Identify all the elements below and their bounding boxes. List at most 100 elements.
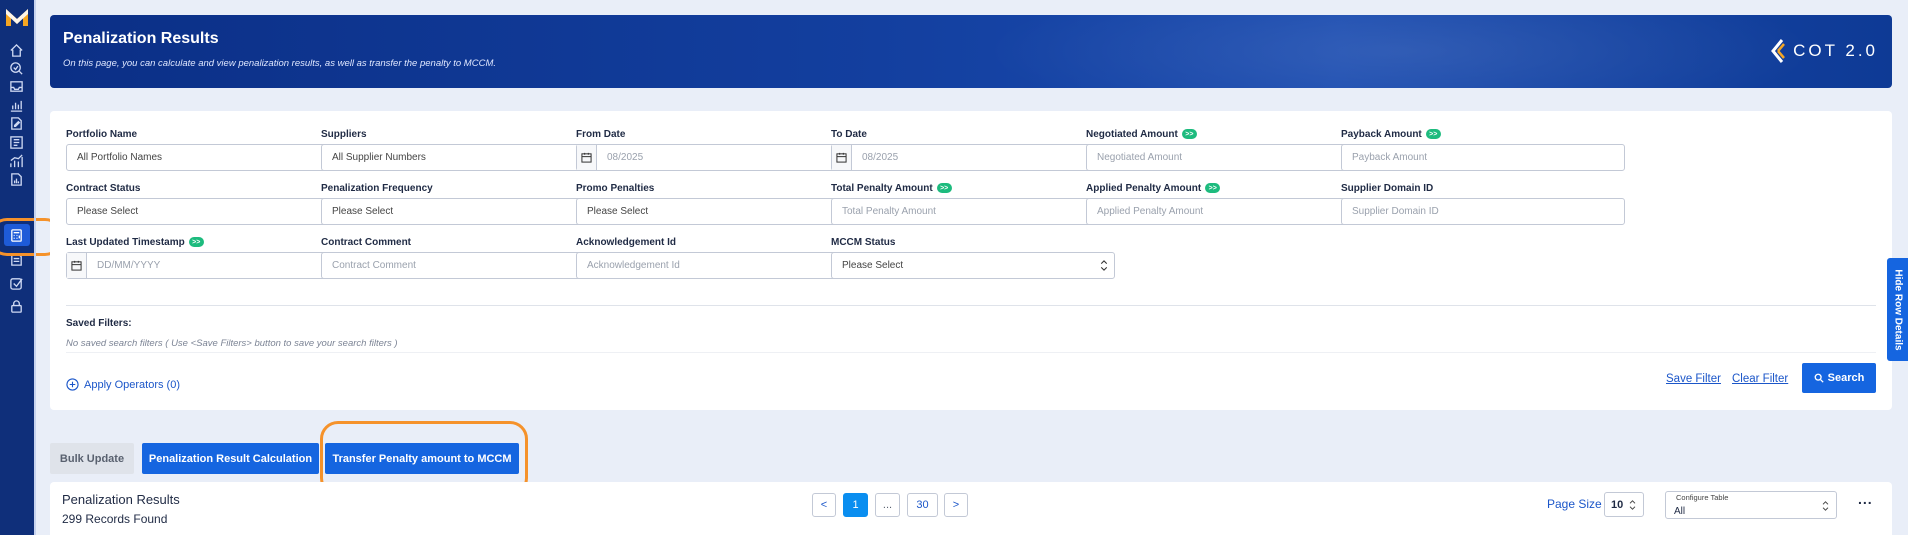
pagination-page-last[interactable]: 30 (907, 493, 938, 517)
supplier-domain-id-label-text: Supplier Domain ID (1341, 182, 1434, 194)
page-size-value: 10 (1611, 498, 1624, 511)
plus-circle-icon (66, 378, 79, 391)
supplier-domain-id-input[interactable]: Supplier Domain ID (1341, 198, 1625, 225)
search-check-icon[interactable] (7, 59, 25, 77)
document-chart-icon[interactable] (7, 170, 25, 188)
portfolio-name-label: Portfolio Name (66, 127, 350, 141)
penalization-frequency-label-text: Penalization Frequency (321, 182, 433, 194)
portfolio-name-select[interactable]: All Portfolio Names (66, 144, 350, 171)
bar-chart-icon[interactable] (7, 96, 25, 114)
hide-row-details-tab[interactable]: Hide Row Details (1887, 258, 1908, 361)
clear-filter-button[interactable]: Clear Filter (1732, 373, 1788, 385)
contract-status-filter: Contract Status Please Select (66, 181, 350, 225)
page-size-select[interactable]: 10 (1604, 492, 1644, 517)
tab-bulk-update[interactable]: Bulk Update (50, 443, 134, 474)
contract-comment-input[interactable]: Contract Comment (321, 252, 605, 279)
pagination-ellipsis[interactable]: ... (875, 493, 900, 517)
configure-table-label: Configure Table (1676, 493, 1729, 502)
calendar-icon[interactable] (577, 145, 597, 170)
applied-penalty-amount-placeholder: Applied Penalty Amount (1097, 206, 1204, 217)
save-filter-button[interactable]: Save Filter (1666, 373, 1721, 385)
pagination-next-button[interactable]: > (944, 493, 968, 517)
home-icon[interactable] (7, 41, 25, 59)
portfolio-name-value: All Portfolio Names (77, 152, 163, 163)
operator-badge[interactable]: >> (1181, 129, 1197, 139)
pagination-page-current[interactable]: 1 (843, 493, 868, 517)
chart-growth-icon[interactable] (7, 152, 25, 170)
hide-row-details-label: Hide Row Details (1892, 268, 1903, 351)
configure-table-value: All (1674, 506, 1686, 517)
brand-logo: COT 2.0 (1769, 37, 1878, 65)
applied-penalty-amount-label-text: Applied Penalty Amount (1086, 182, 1202, 194)
penalization-frequency-select[interactable]: Please Select (321, 198, 605, 225)
contract-status-label: Contract Status (66, 181, 350, 195)
last-updated-timestamp-date-input[interactable]: DD/MM/YYYY (66, 252, 350, 279)
search-button[interactable]: Search (1802, 363, 1876, 393)
suppliers-select[interactable]: All Supplier Numbers (321, 144, 605, 171)
operator-badge[interactable]: >> (1205, 183, 1221, 193)
from-date-label: From Date (576, 127, 860, 141)
promo-penalties-select[interactable]: Please Select (576, 198, 860, 225)
last-updated-timestamp-filter: Last Updated Timestamp >> DD/MM/YYYY (66, 235, 350, 279)
last-updated-timestamp-label-text: Last Updated Timestamp (66, 236, 185, 248)
list-icon[interactable] (7, 133, 25, 151)
applied-penalty-amount-filter: Applied Penalty Amount >> Applied Penalty … (1086, 181, 1370, 225)
penalization-frequency-label: Penalization Frequency (321, 181, 605, 195)
inbox-icon[interactable] (7, 77, 25, 95)
from-date-date-input[interactable]: 08/2025 (576, 144, 860, 171)
page-header-banner: Penalization Results On this page, you c… (50, 15, 1892, 88)
search-icon (1814, 373, 1824, 383)
operator-badge[interactable]: >> (188, 237, 204, 247)
brand-chevron-icon (1771, 39, 1786, 63)
contract-comment-label: Contract Comment (321, 235, 605, 249)
portfolio-name-label-text: Portfolio Name (66, 128, 138, 140)
total-penalty-amount-input[interactable]: Total Penalty Amount (831, 198, 1115, 225)
page-subtitle: On this page, you can calculate and view… (63, 58, 496, 69)
operator-badge[interactable]: >> (1425, 129, 1441, 139)
from-date-filter: From Date 08/2025 (576, 127, 860, 171)
to-date-label-text: To Date (831, 128, 867, 140)
apply-operators-button[interactable]: Apply Operators (0) (66, 378, 180, 391)
lock-icon[interactable] (7, 297, 25, 315)
sidebar-divider (34, 0, 36, 535)
results-title: Penalization Results (62, 492, 180, 507)
calendar-icon[interactable] (67, 253, 87, 278)
total-penalty-amount-label-text: Total Penalty Amount (831, 182, 933, 194)
total-penalty-amount-placeholder: Total Penalty Amount (842, 206, 936, 217)
acknowledgement-id-label-text: Acknowledgement Id (576, 236, 677, 248)
negotiated-amount-label-text: Negotiated Amount (1086, 128, 1178, 140)
checkbox-icon[interactable] (7, 274, 25, 292)
results-panel: Penalization Results 299 Records Found <… (50, 482, 1892, 535)
contract-comment-placeholder: Contract Comment (332, 260, 416, 271)
page-title: Penalization Results (63, 30, 219, 47)
last-updated-timestamp-label: Last Updated Timestamp >> (66, 235, 350, 249)
acknowledgement-id-input[interactable]: Acknowledgement Id (576, 252, 860, 279)
mccm-status-label: MCCM Status (831, 235, 1115, 249)
more-options-button[interactable]: ... (1858, 491, 1873, 507)
filter-panel: Portfolio Name All Portfolio Names Supplie… (50, 111, 1892, 410)
configure-table-select[interactable]: Configure Table All (1665, 491, 1837, 519)
negotiated-amount-placeholder: Negotiated Amount (1097, 152, 1183, 163)
filter-divider (66, 305, 1876, 306)
promo-penalties-label-text: Promo Penalties (576, 182, 655, 194)
pagination-prev-button[interactable]: < (812, 493, 836, 517)
promo-penalties-label: Promo Penalties (576, 181, 860, 195)
app-logo[interactable] (4, 6, 30, 28)
from-date-placeholder: 08/2025 (607, 152, 644, 163)
mccm-status-label-text: MCCM Status (831, 236, 896, 248)
mccm-status-select[interactable]: Please Select (831, 252, 1115, 279)
applied-penalty-amount-label: Applied Penalty Amount >> (1086, 181, 1370, 195)
tab-penalization-result-calculation[interactable]: Penalization Result Calculation (142, 443, 319, 474)
document-edit-icon[interactable] (7, 114, 25, 132)
suppliers-value: All Supplier Numbers (332, 152, 426, 163)
contract-status-select[interactable]: Please Select (66, 198, 350, 225)
payback-amount-input[interactable]: Payback Amount (1341, 144, 1625, 171)
acknowledgement-id-filter: Acknowledgement Id Acknowledgement Id (576, 235, 860, 279)
acknowledgement-id-placeholder: Acknowledgement Id (587, 260, 680, 271)
operator-badge[interactable]: >> (936, 183, 952, 193)
to-date-date-input[interactable]: 08/2025 (831, 144, 1115, 171)
calendar-icon[interactable] (832, 145, 852, 170)
applied-penalty-amount-input[interactable]: Applied Penalty Amount (1086, 198, 1370, 225)
supplier-domain-id-placeholder: Supplier Domain ID (1352, 206, 1439, 217)
negotiated-amount-input[interactable]: Negotiated Amount (1086, 144, 1370, 171)
